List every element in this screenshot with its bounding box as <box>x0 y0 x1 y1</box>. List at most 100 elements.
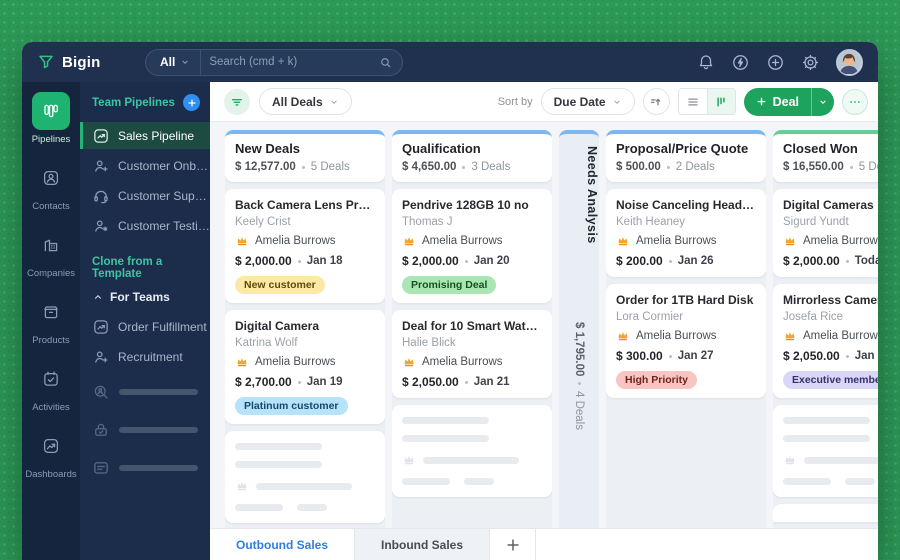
stage-column-header[interactable]: Qualification $ 4,650.00 3 Deals <box>392 130 552 182</box>
deal-card[interactable]: Deal for 10 Smart Watch... Halie Blick A… <box>392 310 552 398</box>
search-scope-dropdown[interactable]: All <box>146 50 201 75</box>
deal-card[interactable]: Back Camera Lens Protec... Keely Crist A… <box>225 189 385 303</box>
filter-lines-icon <box>230 95 244 109</box>
sort-field-dropdown[interactable]: Due Date <box>541 88 635 115</box>
deal-card[interactable]: Noise Canceling Headpho... Keith Heaney … <box>606 189 766 277</box>
deal-owner: Amelia Burrows <box>255 356 336 368</box>
products-icon <box>42 303 60 321</box>
deal-card[interactable]: Pendrive 128GB 10 no Thomas J Amelia Bur… <box>392 189 552 303</box>
pipeline-item-customer-onboarding[interactable]: Customer Onboarding <box>80 152 210 179</box>
pipeline-skeleton-row <box>80 449 210 487</box>
dot-separator <box>669 260 672 263</box>
for-teams-group[interactable]: For Teams <box>80 284 210 310</box>
deal-card[interactable]: Digital Cameras Sigurd Yundt Amelia Burr… <box>773 189 878 277</box>
stage-column: Closed Won $ 16,550.00 5 Deals Digital C… <box>773 130 878 528</box>
skeleton-bar <box>235 504 283 511</box>
deal-title: Order for 1TB Hard Disk <box>616 293 756 307</box>
deal-contact: Keith Heaney <box>616 216 756 228</box>
pipeline-item-label: Customer Onboarding <box>118 159 210 173</box>
pipeline-item-label: Recruitment <box>118 350 183 364</box>
skeleton-bar <box>119 389 198 395</box>
window-body: Pipelines Contacts Companies Products Ac… <box>22 82 878 560</box>
deal-owner: Amelia Burrows <box>422 235 503 247</box>
dot-separator <box>846 260 849 263</box>
deal-card[interactable]: Digital Camera Katrina Wolf Amelia Burro… <box>225 310 385 424</box>
nav-tile <box>32 159 70 197</box>
nav-item-activities[interactable]: Activities <box>22 360 80 413</box>
new-deal-dropdown-button[interactable] <box>811 88 834 116</box>
deal-owner: Amelia Burrows <box>255 235 336 247</box>
skeleton-bar <box>464 478 495 485</box>
deal-card[interactable]: Order for 1TB Hard Disk Lora Cormier Ame… <box>606 284 766 398</box>
deal-card[interactable]: Mirrorless Camera Josefa Rice Amelia Bur… <box>773 284 878 398</box>
pipeline-item-recruitment[interactable]: Recruitment <box>80 343 210 370</box>
skeleton-bar <box>119 427 198 433</box>
stage-column-header[interactable]: Proposal/Price Quote $ 500.00 2 Deals <box>606 130 766 182</box>
deal-card-skeleton <box>773 405 878 497</box>
nav-tile <box>32 226 70 264</box>
deal-amount: $ 2,050.00 <box>402 375 459 389</box>
skeleton-bar <box>119 465 198 471</box>
pipeline-item-customer-testimonials[interactable]: Customer Testimonials <box>80 212 210 239</box>
crown-skeleton-icon <box>402 453 416 467</box>
app-logo: Bigin <box>37 53 131 71</box>
add-subpipeline-button[interactable] <box>490 529 536 560</box>
add-pipeline-button[interactable] <box>183 94 200 111</box>
plus-icon <box>756 96 767 107</box>
deal-due-date: Jan 18 <box>307 255 343 267</box>
nav-item-companies[interactable]: Companies <box>22 226 80 279</box>
crown-skeleton-icon <box>783 453 797 467</box>
subpipeline-tab-outbound-sales[interactable]: Outbound Sales <box>210 529 355 560</box>
deal-contact: Halie Blick <box>402 337 542 349</box>
nav-label: Products <box>32 335 70 346</box>
nav-item-contacts[interactable]: Contacts <box>22 159 80 212</box>
settings-gear-icon[interactable] <box>801 53 820 72</box>
deal-contact: Katrina Wolf <box>235 337 375 349</box>
pipeline-item-order-fulfillment[interactable]: Order Fulfillment <box>80 313 210 340</box>
crown-icon <box>783 329 797 343</box>
deal-card-skeleton <box>392 405 552 497</box>
dot-separator <box>667 166 670 169</box>
pipeline-icon <box>92 318 110 336</box>
person-star-icon <box>92 217 110 235</box>
user-avatar[interactable] <box>836 49 863 76</box>
stage-column-header[interactable]: Closed Won $ 16,550.00 5 Deals <box>773 130 878 182</box>
kanban-view-icon <box>714 95 728 109</box>
add-plus-circle-icon[interactable] <box>766 53 785 72</box>
stage-amount: $ 4,650.00 <box>402 161 456 173</box>
stage-column-header[interactable]: New Deals $ 12,577.00 5 Deals <box>225 130 385 182</box>
filter-button[interactable] <box>224 89 250 115</box>
skeleton-bar <box>297 504 328 511</box>
nav-item-dashboards[interactable]: Dashboards <box>22 427 80 480</box>
kanban-view-button[interactable] <box>707 89 735 114</box>
quick-actions-zap-icon[interactable] <box>731 53 750 72</box>
crown-icon <box>235 234 249 248</box>
pipeline-item-sales-pipeline[interactable]: Sales Pipeline <box>80 122 210 149</box>
stage-amount: $ 500.00 <box>616 161 661 173</box>
new-deal-button[interactable]: Deal <box>744 88 811 116</box>
notifications-bell-icon[interactable] <box>697 53 715 71</box>
more-options-button[interactable] <box>842 89 868 115</box>
subpipeline-tab-inbound-sales[interactable]: Inbound Sales <box>355 529 490 560</box>
nav-label: Dashboards <box>25 469 76 480</box>
crown-icon <box>616 234 630 248</box>
search-input[interactable] <box>201 56 379 68</box>
app-window: Bigin All Pipelines <box>22 42 878 560</box>
list-view-button[interactable] <box>679 89 707 114</box>
sort-direction-button[interactable] <box>643 88 670 115</box>
deal-amount: $ 2,700.00 <box>235 375 292 389</box>
nav-item-products[interactable]: Products <box>22 293 80 346</box>
top-bar: Bigin All <box>22 42 878 82</box>
bottom-tab-bar: Outbound Sales Inbound Sales <box>210 528 878 560</box>
card-lines-icon <box>92 459 110 477</box>
crown-icon <box>616 329 630 343</box>
plus-icon <box>504 536 522 554</box>
pipeline-item-customer-support[interactable]: Customer Support <box>80 182 210 209</box>
deal-due-date: Jan 20 <box>474 255 510 267</box>
stage-column-collapsed[interactable]: Needs Analysis $ 1,795.00 4 Deals <box>559 130 599 528</box>
stage-deal-count: 2 Deals <box>676 161 715 173</box>
sort-ascending-icon <box>649 95 663 109</box>
deal-tag: High Priority <box>616 371 697 389</box>
nav-item-pipelines[interactable]: Pipelines <box>22 92 80 145</box>
deals-filter-dropdown[interactable]: All Deals <box>259 88 352 115</box>
